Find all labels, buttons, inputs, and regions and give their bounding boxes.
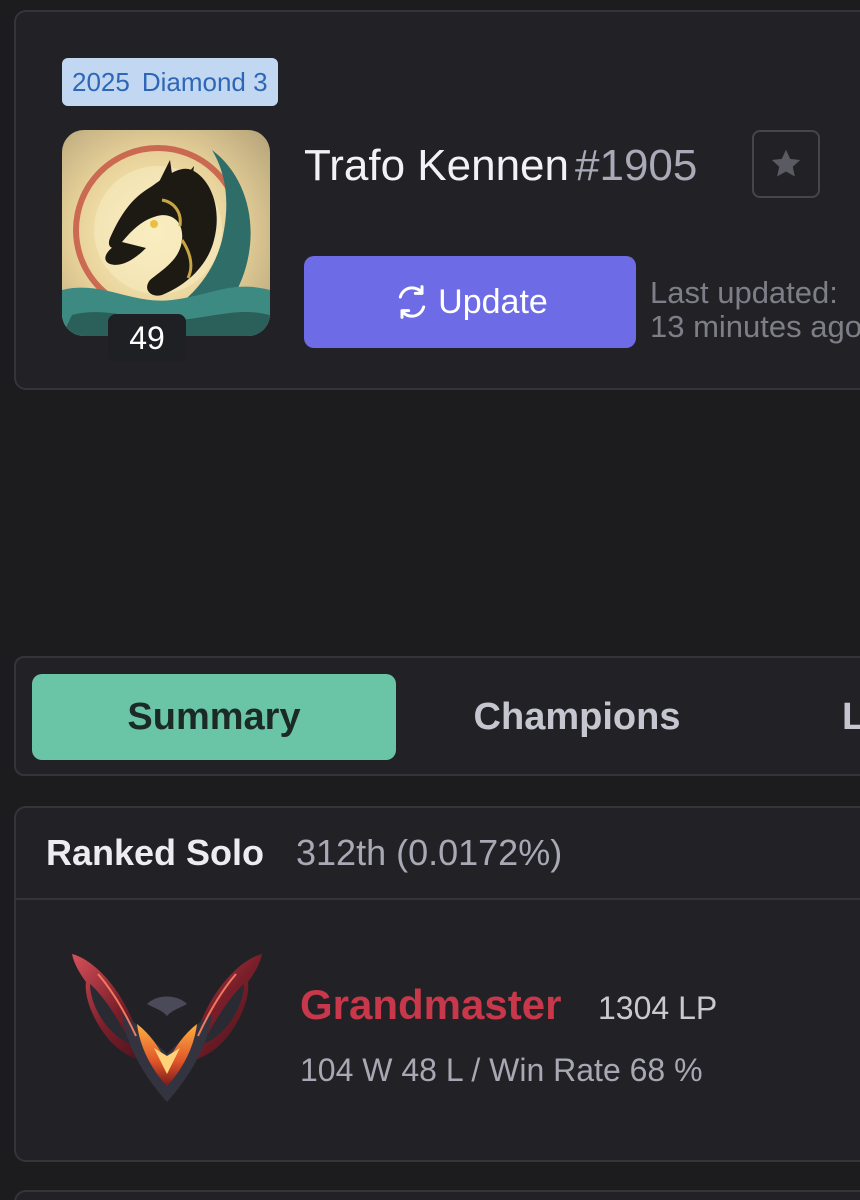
next-card xyxy=(14,1190,860,1200)
dragon-icon xyxy=(62,130,270,336)
ranked-header: Ranked Solo 312th (0.0172%) xyxy=(16,808,860,900)
league-points: 1304 LP xyxy=(598,990,718,1026)
refresh-icon xyxy=(399,285,426,319)
season-rank: Diamond 3 xyxy=(141,67,268,97)
tab-champions[interactable]: Champions xyxy=(412,674,742,760)
ranked-position: 312th (0.0172%) xyxy=(296,832,563,873)
tab-bar: Summary Champions L xyxy=(14,656,860,776)
last-updated-label: Last updated: xyxy=(650,275,838,310)
summoner-name-text: Trafo Kennen xyxy=(304,141,569,190)
tier-name: Grandmaster xyxy=(300,981,562,1028)
star-icon xyxy=(771,149,801,177)
tab-summary[interactable]: Summary xyxy=(32,674,396,760)
page: 2025 Diamond 3 49 Trafo Kennen #1905 Upd… xyxy=(0,0,860,1200)
season-year: 2025 xyxy=(72,67,130,97)
summoner-tag: #1905 xyxy=(575,141,698,190)
avatar xyxy=(62,130,270,336)
level-badge: 49 xyxy=(108,314,186,362)
favorite-button[interactable] xyxy=(752,130,820,198)
last-updated: Last updated: 13 minutes ago xyxy=(650,276,860,344)
season-badge: 2025 Diamond 3 xyxy=(62,58,278,106)
ranked-solo-card: Ranked Solo 312th (0.0172%) Grandmaster … xyxy=(14,806,860,1162)
update-button-label: Update xyxy=(438,282,548,321)
win-loss-record: 104 W 48 L / Win Rate 68 % xyxy=(300,1052,703,1088)
last-updated-time: 13 minutes ago xyxy=(650,309,860,344)
profile-card: 2025 Diamond 3 49 Trafo Kennen #1905 Upd… xyxy=(14,10,860,390)
profile-icon[interactable]: 49 xyxy=(62,130,270,362)
summoner-name: Trafo Kennen #1905 xyxy=(304,136,697,196)
ranked-title: Ranked Solo xyxy=(46,832,265,873)
update-button[interactable]: Update xyxy=(304,256,636,348)
grandmaster-emblem-icon xyxy=(62,944,272,1114)
tab-next[interactable]: L xyxy=(842,674,860,760)
